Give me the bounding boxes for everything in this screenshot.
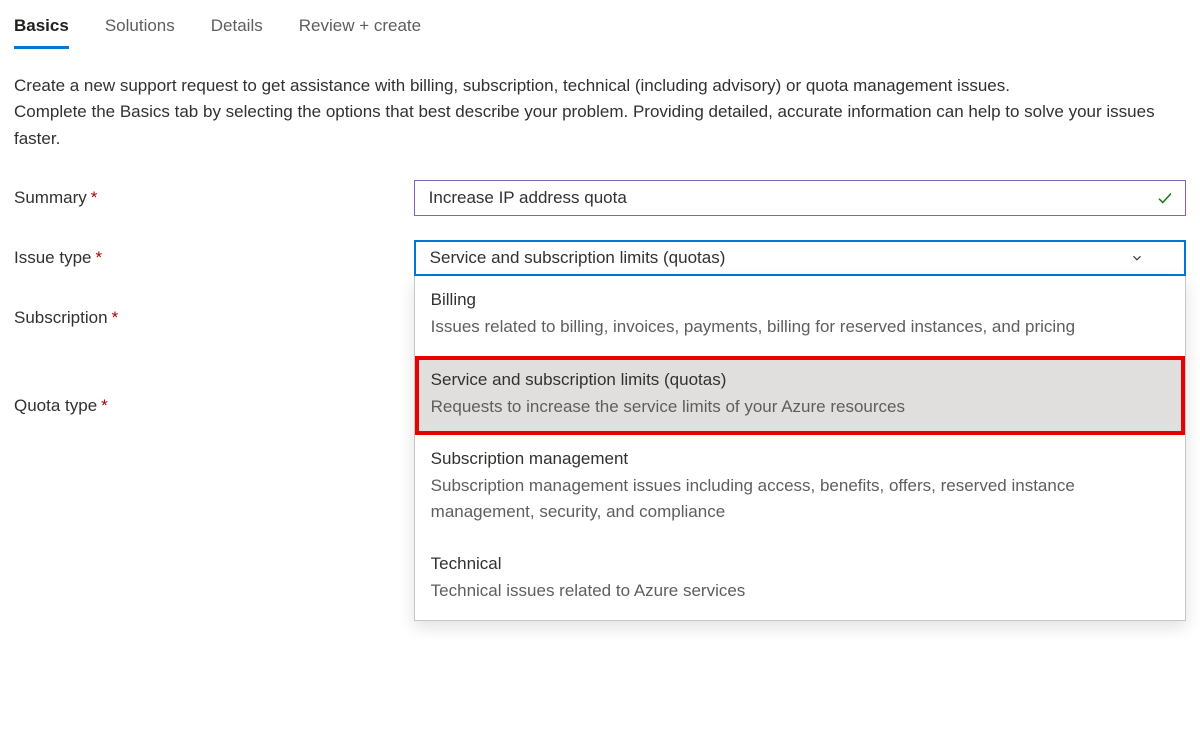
intro-paragraph-1: Create a new support request to get assi… (14, 73, 1184, 99)
option-subscription-mgmt-title: Subscription management (431, 449, 1169, 469)
option-technical-desc: Technical issues related to Azure servic… (431, 578, 1169, 604)
option-technical[interactable]: Technical Technical issues related to Az… (415, 540, 1185, 620)
label-subscription: Subscription* (14, 300, 414, 328)
option-billing-title: Billing (431, 290, 1169, 310)
chevron-down-icon (1130, 251, 1144, 265)
label-issue-type-text: Issue type (14, 248, 92, 267)
label-summary-text: Summary (14, 188, 87, 207)
tab-strip: Basics Solutions Details Review + create (14, 8, 1186, 49)
row-summary: Summary* (14, 180, 1186, 216)
required-indicator: * (96, 248, 103, 267)
summary-input[interactable] (414, 180, 1186, 216)
label-issue-type: Issue type* (14, 240, 414, 268)
field-summary (414, 180, 1186, 216)
option-billing[interactable]: Billing Issues related to billing, invoi… (415, 276, 1185, 356)
label-subscription-text: Subscription (14, 308, 108, 327)
required-indicator: * (112, 308, 119, 327)
option-limits-title: Service and subscription limits (quotas) (431, 370, 1169, 390)
label-quota-type: Quota type* (14, 388, 414, 416)
option-limits-desc: Requests to increase the service limits … (431, 394, 1169, 420)
field-issue-type: Service and subscription limits (quotas)… (414, 240, 1186, 276)
intro-paragraph-2: Complete the Basics tab by selecting the… (14, 99, 1184, 152)
required-indicator: * (91, 188, 98, 207)
issue-type-selected-value: Service and subscription limits (quotas) (430, 248, 726, 268)
issue-type-dropdown: Billing Issues related to billing, invoi… (414, 276, 1186, 621)
check-icon (1156, 189, 1174, 207)
intro-text: Create a new support request to get assi… (14, 73, 1184, 152)
option-subscription-management[interactable]: Subscription management Subscription man… (415, 435, 1185, 540)
row-issue-type: Issue type* Service and subscription lim… (14, 240, 1186, 276)
tab-review-create[interactable]: Review + create (299, 8, 421, 48)
tab-solutions[interactable]: Solutions (105, 8, 175, 48)
option-subscription-mgmt-desc: Subscription management issues including… (431, 473, 1169, 524)
issue-type-select[interactable]: Service and subscription limits (quotas) (414, 240, 1186, 276)
required-indicator: * (101, 396, 108, 415)
option-billing-desc: Issues related to billing, invoices, pay… (431, 314, 1169, 340)
label-quota-type-text: Quota type (14, 396, 97, 415)
option-limits[interactable]: Service and subscription limits (quotas)… (415, 356, 1185, 436)
tab-details[interactable]: Details (211, 8, 263, 48)
label-summary: Summary* (14, 180, 414, 208)
tab-basics[interactable]: Basics (14, 8, 69, 48)
option-technical-title: Technical (431, 554, 1169, 574)
